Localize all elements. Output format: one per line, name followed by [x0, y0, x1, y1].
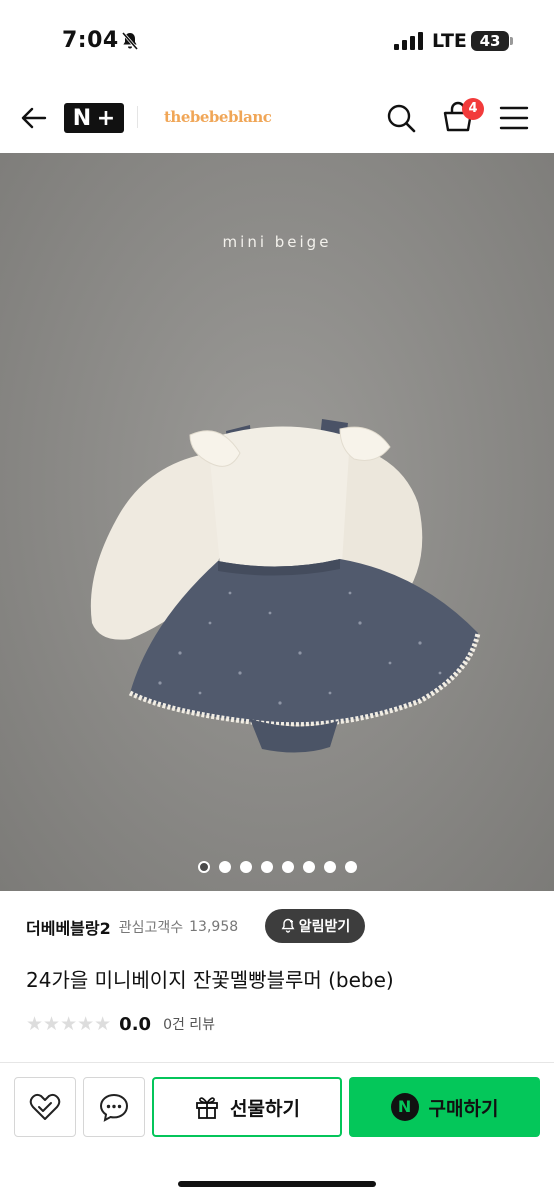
brand-logo[interactable]: thebebeblanc	[164, 108, 272, 126]
bell-plus-icon	[281, 918, 295, 933]
product-image-carousel[interactable]: mini beige	[0, 153, 554, 891]
store-name[interactable]: 더베베블랑2	[26, 915, 111, 939]
follower-label: 관심고객수	[118, 920, 184, 936]
carousel-indicator	[0, 861, 554, 873]
gift-label: 선물하기	[230, 1097, 300, 1120]
carousel-dot[interactable]	[218, 861, 231, 873]
rating-value: 0.0	[119, 1013, 152, 1035]
chat-button[interactable]	[83, 1077, 145, 1137]
carousel-dot[interactable]	[239, 861, 252, 873]
buy-label: 구매하기	[428, 1097, 499, 1120]
star-rating-icon: ★★★★★	[26, 1013, 112, 1035]
carousel-dot[interactable]	[323, 861, 336, 873]
network-type: LTE	[432, 30, 467, 52]
gift-icon	[196, 1097, 218, 1119]
header-divider	[137, 106, 138, 128]
heart-check-icon	[29, 1093, 61, 1120]
buy-button[interactable]: N 구매하기	[349, 1077, 540, 1137]
status-time: 7:04	[62, 28, 119, 53]
naver-pay-icon: N	[390, 1093, 419, 1121]
menu-icon[interactable]	[498, 104, 530, 132]
chat-bubble-icon	[99, 1093, 129, 1122]
nplus-plus: +	[96, 105, 116, 131]
carousel-dot[interactable]	[302, 861, 315, 873]
signal-icon	[394, 32, 423, 50]
carousel-dot[interactable]	[344, 861, 357, 873]
review-count[interactable]: 0건 리뷰	[163, 1014, 215, 1034]
nplus-logo[interactable]: N +	[64, 103, 124, 133]
silent-bell-icon	[121, 32, 139, 50]
carousel-dot[interactable]	[260, 861, 273, 873]
battery-tip	[510, 37, 513, 45]
home-indicator	[178, 1181, 376, 1187]
alarm-label: 알림받기	[298, 919, 351, 935]
app-header: N + thebebeblanc 4	[0, 88, 554, 152]
status-bar: 7:04 LTE 43	[0, 0, 554, 80]
carousel-dot[interactable]	[197, 861, 210, 873]
product-title: 24가을 미니베이지 잔꽃멜빵블루머 (bebe)	[26, 968, 394, 992]
search-icon[interactable]	[385, 102, 417, 134]
follower-count: 13,958	[189, 919, 239, 935]
alarm-button[interactable]: 알림받기	[265, 909, 365, 943]
purchase-bar: 선물하기 N 구매하기	[0, 1062, 554, 1200]
back-arrow-icon[interactable]	[18, 102, 50, 134]
product-photo	[90, 419, 481, 753]
battery-icon: 43	[471, 31, 509, 51]
nplus-n: N	[72, 105, 92, 131]
rating-row[interactable]: ★★★★★ 0.0 0건 리뷰	[26, 1012, 215, 1036]
cart-count-badge: 4	[462, 98, 484, 120]
gift-button[interactable]: 선물하기	[152, 1077, 342, 1137]
wishlist-button[interactable]	[14, 1077, 76, 1137]
carousel-dot[interactable]	[281, 861, 294, 873]
